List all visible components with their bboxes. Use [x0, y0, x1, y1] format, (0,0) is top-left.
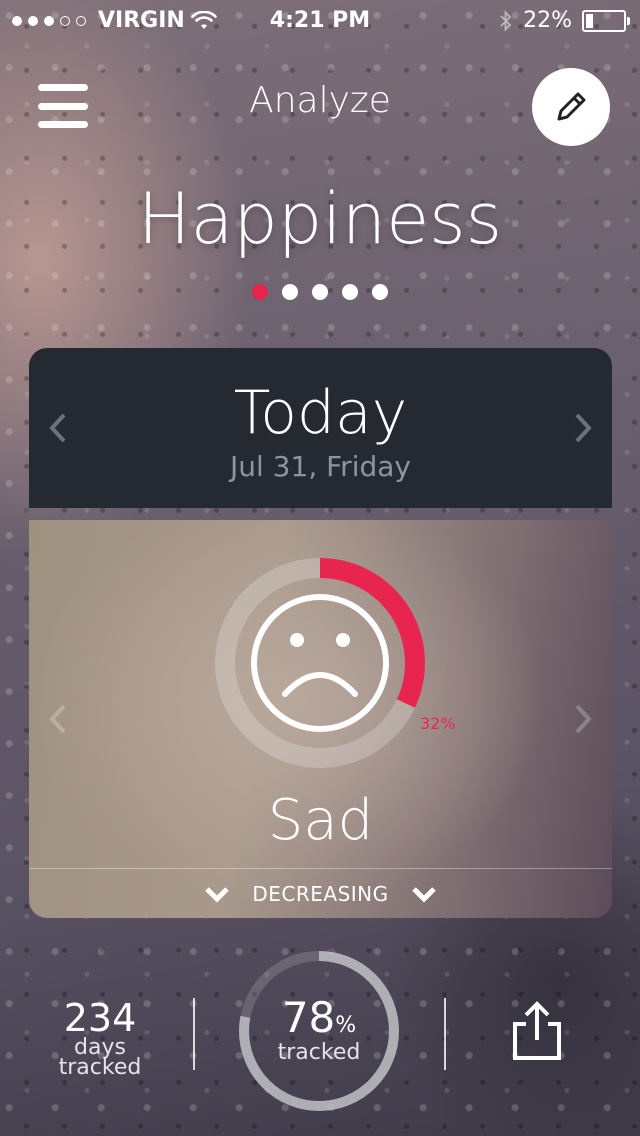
sad-face-icon	[251, 594, 389, 732]
chevron-down-icon	[205, 887, 230, 903]
tracked-label: tracked	[277, 1040, 361, 1065]
page-dot[interactable]	[282, 284, 298, 300]
mood-name: Sad	[267, 788, 374, 853]
edit-button[interactable]	[532, 68, 610, 146]
tracked-percent-value: 78	[281, 993, 336, 1042]
battery-icon	[582, 9, 630, 32]
chevron-down-icon	[411, 887, 436, 903]
page-dot[interactable]	[372, 284, 388, 300]
mood-card: 32% Sad DECREASING	[29, 520, 612, 918]
divider	[193, 998, 195, 1070]
tracked-percent-unit: %	[335, 1013, 357, 1038]
divider	[444, 998, 446, 1070]
tracked-percent-stat: 78% tracked	[236, 993, 402, 1066]
trend-label: DECREASING	[252, 882, 389, 906]
share-button[interactable]	[508, 1000, 566, 1062]
battery-percent: 22%	[523, 8, 572, 33]
pencil-icon	[557, 92, 586, 121]
next-day-chevron-right-icon[interactable]	[568, 348, 598, 508]
mood-ring	[215, 558, 425, 768]
stats-bar: 234 days tracked 78% tracked	[0, 948, 640, 1118]
share-icon	[513, 1001, 561, 1060]
days-tracked-stat: 234 days tracked	[40, 996, 160, 1080]
bluetooth-icon	[500, 9, 512, 32]
tracked-label: tracked	[58, 1055, 142, 1080]
page-dot[interactable]	[312, 284, 328, 300]
page-indicator[interactable]	[252, 284, 388, 300]
day-card: Today Jul 31, Friday	[29, 348, 612, 508]
category-title: Happiness	[137, 178, 503, 260]
day-label: Today	[233, 378, 408, 448]
days-tracked-value: 234	[63, 996, 137, 1040]
previous-mood-chevron-left-icon[interactable]	[43, 520, 73, 918]
mood-percent-label: 32%	[420, 714, 456, 733]
page-dot[interactable]	[252, 284, 268, 300]
status-bar: VIRGIN 4:21 PM 22%	[0, 0, 640, 40]
page-dot[interactable]	[342, 284, 358, 300]
trend-toggle[interactable]: DECREASING	[29, 868, 612, 918]
battery-area: 22%	[499, 8, 630, 33]
date-label: Jul 31, Friday	[230, 450, 411, 483]
next-mood-chevron-right-icon[interactable]	[568, 520, 598, 918]
